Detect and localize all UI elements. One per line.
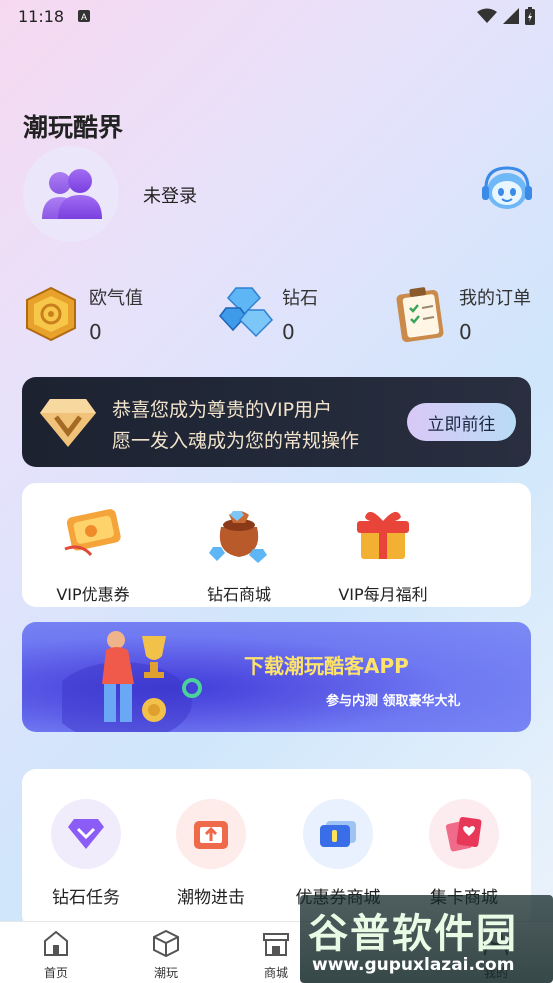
func-card-mall[interactable]: 集卡商城	[404, 799, 524, 908]
a-badge-icon: A	[78, 10, 91, 22]
status-right	[477, 7, 535, 25]
diamond-task-icon	[68, 819, 104, 849]
tab-label-trend: 潮玩	[153, 966, 178, 980]
gift-box-icon	[357, 511, 409, 559]
promo-banner[interactable]: 下载潮玩酷客APP 参与内测 领取豪华大礼	[22, 622, 531, 732]
perk-label-vip-monthly: VIP每月福利	[338, 585, 428, 604]
promo-subtitle: 参与内测 领取豪华大礼	[326, 694, 461, 709]
func-circle-card-mall	[429, 799, 499, 869]
perk-vip-coupon[interactable]: VIP优惠券	[18, 503, 168, 604]
home-icon	[44, 930, 68, 956]
func-circle-diamond-task	[51, 799, 121, 869]
wifi-icon	[477, 8, 497, 23]
trophy-figure-illustration	[62, 631, 202, 732]
stat-orders[interactable]: 我的订单 0	[395, 280, 545, 350]
perk-vip-monthly[interactable]: VIP每月福利	[308, 503, 458, 604]
stat-diamond[interactable]: 钻石 0	[216, 280, 366, 350]
perk-label-vip-coupon: VIP优惠券	[56, 585, 130, 604]
cube-icon	[153, 929, 179, 958]
ticket-icon	[320, 821, 356, 847]
watermark-title: 谷普软件园	[308, 911, 518, 957]
vip-message-line2: 愿一发入魂成为您的常规操作	[112, 430, 360, 452]
vip-message-line1: 恭喜您成为尊贵的VIP用户	[112, 399, 333, 421]
stat-value-orders: 0	[459, 320, 472, 344]
tab-label-home: 首页	[43, 966, 68, 980]
clipboard-icon	[396, 287, 444, 342]
customer-service-robot-icon[interactable]	[480, 164, 534, 214]
perk-label-diamond-mall: 钻石商城	[206, 585, 271, 604]
user-group-icon	[42, 169, 102, 219]
page-title: 潮玩酷界	[23, 113, 124, 142]
stats-row: 欧气值 0 钻石 0 我的订单 0	[0, 280, 553, 350]
func-circle-trend-attack	[176, 799, 246, 869]
battery-charging-icon	[525, 7, 535, 25]
func-circle-coupon-mall	[303, 799, 373, 869]
stat-label-luck: 欧气值	[89, 288, 143, 309]
login-status[interactable]: 未登录	[143, 182, 197, 208]
status-left: 11:18 A	[18, 6, 91, 26]
stat-luck[interactable]: 欧气值 0	[23, 280, 173, 350]
func-coupon-mall[interactable]: 优惠券商城	[278, 799, 398, 908]
watermark: 谷普软件园 www.gupuxlazai.com	[300, 895, 553, 983]
func-diamond-task[interactable]: 钻石任务	[26, 799, 146, 908]
store-icon	[263, 933, 289, 956]
func-label-diamond-task: 钻石任务	[52, 888, 120, 908]
avatar[interactable]	[23, 146, 119, 242]
status-time: 11:18	[18, 6, 65, 26]
perks-card: VIP优惠券 钻石商城 VIP每月福利	[22, 483, 531, 607]
cards-icon	[445, 816, 482, 852]
stat-label-orders: 我的订单	[459, 288, 531, 309]
watermark-url: www.gupuxlazai.com	[312, 955, 515, 975]
stat-value-diamond: 0	[282, 320, 295, 344]
vip-banner[interactable]: 恭喜您成为尊贵的VIP用户 愿一发入魂成为您的常规操作 立即前往	[22, 377, 531, 467]
vip-go-button[interactable]: 立即前往	[407, 403, 516, 441]
status-bar: 11:18 A	[0, 0, 553, 32]
lucky-coin-icon	[26, 286, 76, 342]
stat-label-diamond: 钻石	[282, 288, 318, 309]
coupon-icon	[64, 509, 121, 557]
signal-icon	[503, 8, 519, 24]
svg-text:A: A	[81, 12, 87, 22]
tab-trend[interactable]: 潮玩	[126, 928, 206, 981]
func-label-trend-attack: 潮物进击	[177, 888, 245, 908]
vip-gem-icon	[40, 399, 96, 447]
stat-value-luck: 0	[89, 320, 102, 344]
tab-home[interactable]: 首页	[16, 928, 96, 981]
perk-diamond-mall[interactable]: 钻石商城	[164, 503, 314, 604]
promo-title: 下载潮玩酷客APP	[244, 654, 409, 678]
diamond-icon	[219, 287, 274, 338]
upload-box-icon	[194, 821, 228, 849]
diamond-bag-icon	[209, 511, 267, 563]
func-trend-attack[interactable]: 潮物进击	[151, 799, 271, 908]
